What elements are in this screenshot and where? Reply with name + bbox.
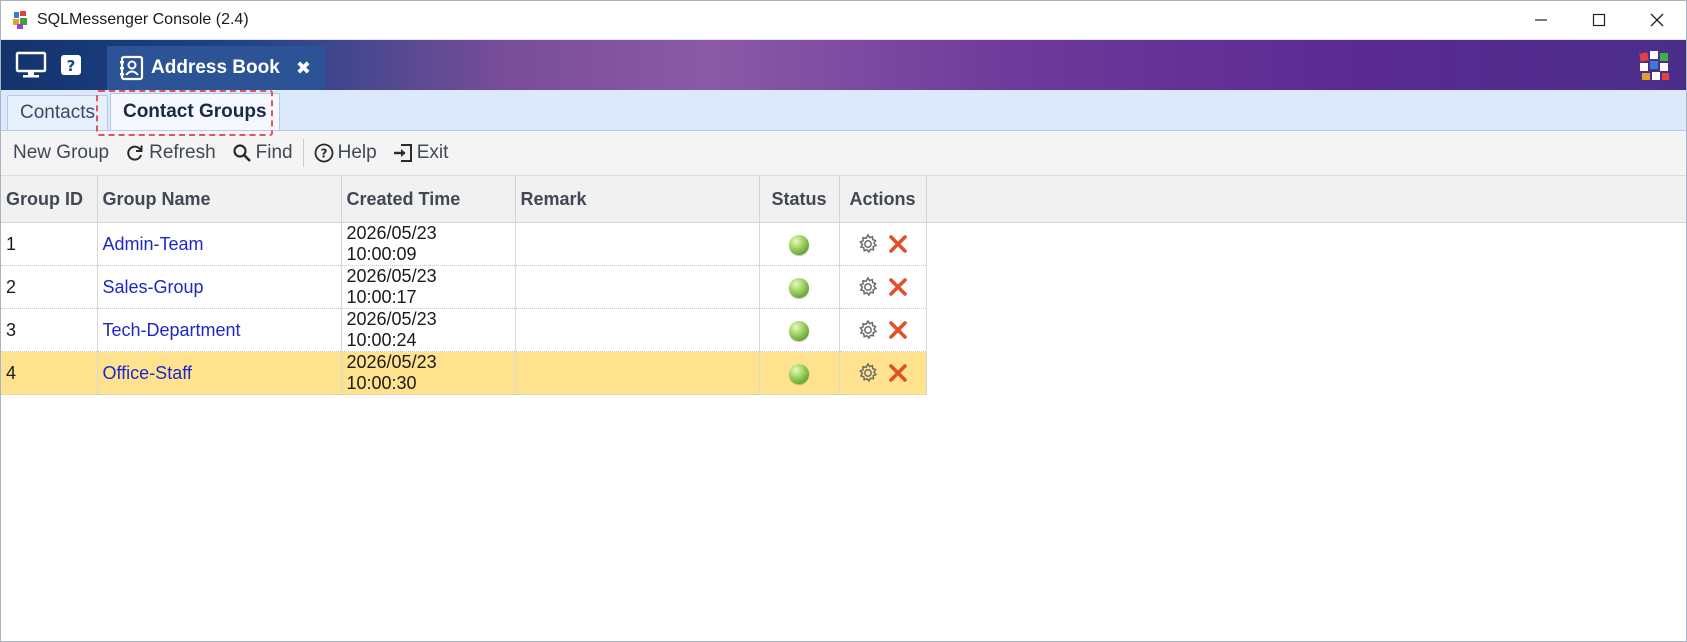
address-book-tab-label: Address Book: [151, 57, 280, 78]
cell-created-time: 2026/05/23 10:00:30: [341, 351, 516, 395]
maximize-icon: [1592, 13, 1606, 27]
delete-icon[interactable]: [887, 233, 909, 255]
cell-actions: [839, 265, 927, 309]
toolbar-separator: [302, 139, 304, 167]
cell-status: [759, 308, 840, 352]
group-name-link[interactable]: Sales-Group: [97, 265, 342, 309]
gear-icon[interactable]: [857, 233, 879, 255]
cell-group-id: 2: [1, 265, 98, 309]
app-logo-icon: [1639, 51, 1669, 80]
title-bar: SQLMessenger Console (2.4): [1, 1, 1686, 40]
help-circle-icon: ?: [314, 143, 334, 163]
status-active-icon: [789, 234, 809, 255]
status-active-icon: [789, 277, 809, 298]
header-banner: ? Address Book ✖: [1, 40, 1686, 90]
cell-remark: [515, 351, 760, 395]
refresh-icon: [127, 145, 143, 161]
cell-created-time: 2026/05/23 10:00:24: [341, 308, 516, 352]
window-controls: [1512, 1, 1686, 39]
cell-remark: [515, 308, 760, 352]
row-filler: [926, 308, 1686, 352]
delete-icon[interactable]: [887, 362, 909, 384]
cell-actions: [839, 351, 927, 395]
cell-created-time: 2026/05/23 10:00:17: [341, 265, 516, 309]
find-button[interactable]: Find: [224, 131, 301, 175]
column-header-status[interactable]: Status: [759, 176, 840, 223]
cell-actions: [839, 222, 927, 266]
column-header-group-name[interactable]: Group Name: [97, 176, 342, 223]
cell-status: [759, 222, 840, 266]
column-header-actions: Actions: [839, 176, 927, 223]
cell-group-id: 4: [1, 351, 98, 395]
cell-remark: [515, 222, 760, 266]
cell-actions: [839, 308, 927, 352]
tab-contact-groups[interactable]: Contact Groups: [109, 93, 280, 130]
gear-icon[interactable]: [857, 362, 879, 384]
column-header-created-time[interactable]: Created Time: [341, 176, 516, 223]
svg-text:?: ?: [320, 147, 327, 161]
header-filler: [926, 176, 1686, 223]
cell-group-id: 1: [1, 222, 98, 266]
delete-icon[interactable]: [887, 319, 909, 341]
cell-remark: [515, 265, 760, 309]
sub-tab-bar: Contacts Contact Groups: [1, 90, 1686, 136]
table-row-selected[interactable]: 4 Office-Staff 2026/05/23 10:00:30: [1, 351, 1686, 395]
cell-status: [759, 265, 840, 309]
table-row[interactable]: 2 Sales-Group 2026/05/23 10:00:17: [1, 265, 1686, 309]
cell-group-id: 3: [1, 308, 98, 352]
monitor-icon: [15, 51, 47, 78]
search-icon: [233, 144, 251, 162]
close-tab-icon[interactable]: ✖: [296, 58, 311, 79]
toolbar: New Group Refresh Find ? Help Exit: [1, 131, 1686, 176]
maximize-button[interactable]: [1570, 1, 1628, 39]
address-book-icon: [120, 55, 144, 81]
refresh-button[interactable]: Refresh: [117, 131, 224, 175]
monitor-button[interactable]: [11, 45, 51, 85]
sqlmessenger-app-icon: [13, 11, 27, 29]
exit-label: Exit: [416, 142, 449, 163]
table-row[interactable]: 3 Tech-Department 2026/05/23 10:00:24: [1, 308, 1686, 352]
status-active-icon: [789, 363, 809, 384]
help-button[interactable]: ?: [51, 45, 91, 85]
gear-icon[interactable]: [857, 276, 879, 298]
column-header-group-id[interactable]: Group ID: [1, 176, 98, 223]
row-filler: [926, 351, 1686, 395]
app-window: SQLMessenger Console (2.4) ? Address Boo…: [0, 0, 1687, 642]
status-active-icon: [789, 320, 809, 341]
help-label: Help: [337, 142, 377, 163]
new-group-label: New Group: [13, 142, 110, 163]
table-header-row: Group ID Group Name Created Time Remark …: [1, 176, 1686, 223]
delete-icon[interactable]: [887, 276, 909, 298]
row-filler: [926, 265, 1686, 309]
gear-icon[interactable]: [857, 319, 879, 341]
group-name-link[interactable]: Admin-Team: [97, 222, 342, 266]
address-book-tab[interactable]: Address Book ✖: [107, 46, 325, 90]
exit-icon: [393, 144, 412, 162]
new-group-button[interactable]: New Group: [5, 131, 117, 175]
row-filler: [926, 222, 1686, 266]
close-icon: [1650, 13, 1664, 27]
window-title: SQLMessenger Console (2.4): [37, 11, 249, 28]
contact-groups-table: Group ID Group Name Created Time Remark …: [1, 176, 1686, 395]
group-name-link[interactable]: Office-Staff: [97, 351, 342, 395]
cell-created-time: 2026/05/23 10:00:09: [341, 222, 516, 266]
minimize-icon: [1535, 19, 1547, 21]
table-row[interactable]: 1 Admin-Team 2026/05/23 10:00:09: [1, 222, 1686, 266]
cell-status: [759, 351, 840, 395]
close-window-button[interactable]: [1628, 1, 1686, 39]
minimize-button[interactable]: [1512, 1, 1570, 39]
tab-contacts[interactable]: Contacts: [7, 95, 108, 130]
refresh-label: Refresh: [149, 142, 216, 163]
svg-text:?: ?: [67, 57, 76, 75]
group-name-link[interactable]: Tech-Department: [97, 308, 342, 352]
find-label: Find: [255, 142, 293, 163]
help-toolbar-button[interactable]: ? Help: [306, 131, 385, 175]
exit-button[interactable]: Exit: [385, 131, 457, 175]
help-icon: ?: [61, 55, 81, 75]
column-header-remark[interactable]: Remark: [515, 176, 760, 223]
